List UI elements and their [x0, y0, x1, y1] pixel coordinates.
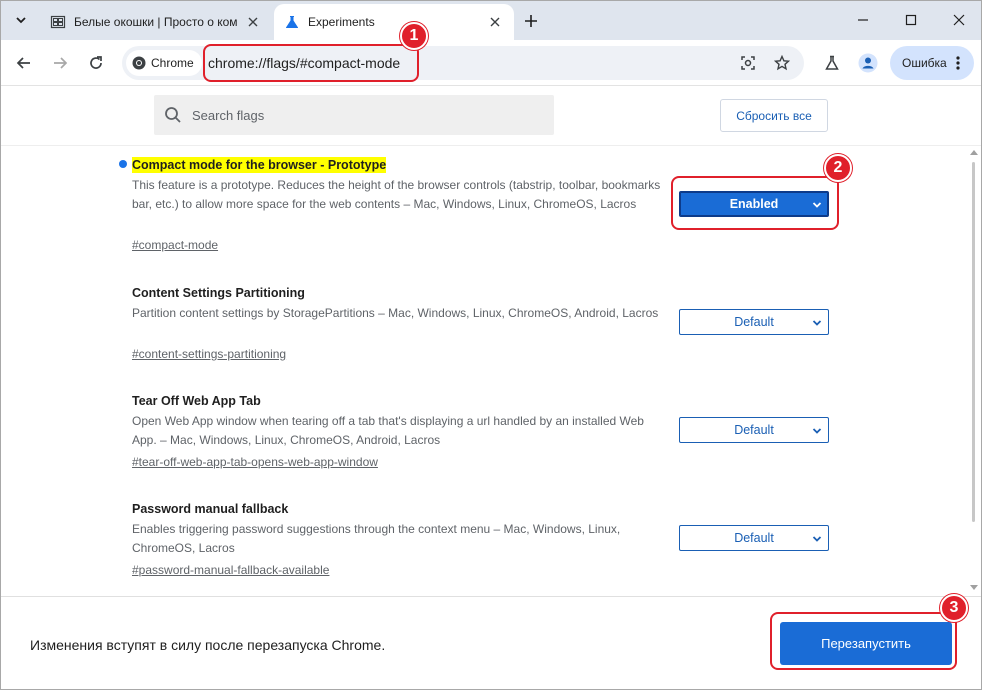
close-icon[interactable]	[486, 13, 504, 31]
page-icon	[50, 14, 66, 30]
flask-icon	[825, 55, 839, 70]
flags-header: Сбросить все	[0, 86, 982, 146]
annotation-badge-1: 1	[400, 22, 428, 50]
chevron-down-icon	[811, 425, 823, 437]
search-input[interactable]	[192, 107, 532, 123]
close-icon[interactable]	[244, 13, 262, 31]
search-icon	[164, 105, 184, 125]
flag-description: This feature is a prototype. Reduces the…	[132, 178, 661, 211]
flag-link[interactable]: #password-manual-fallback-available	[132, 562, 329, 578]
error-label: Ошибка	[902, 56, 947, 70]
flag-select-compact-mode[interactable]: Enabled	[679, 191, 829, 217]
google-lens-button[interactable]	[736, 51, 760, 75]
flags-list: Compact mode for the browser - Prototype…	[0, 146, 966, 596]
site-info-chip[interactable]: Chrome	[126, 50, 202, 76]
minimize-button[interactable]	[838, 0, 888, 40]
chip-label: Chrome	[151, 56, 194, 70]
flag-description: Open Web App window when tearing off a t…	[132, 414, 644, 447]
annotation-badge-3: 3	[940, 594, 968, 622]
annotation-badge-2: 2	[824, 154, 852, 182]
search-box[interactable]	[154, 95, 554, 135]
tab-search-button[interactable]	[8, 7, 34, 33]
maximize-icon	[905, 14, 917, 26]
flag-link[interactable]: #compact-mode	[132, 237, 218, 253]
star-icon	[774, 55, 790, 71]
profile-error-chip[interactable]: Ошибка	[890, 46, 974, 80]
flag-compact-mode: Compact mode for the browser - Prototype…	[132, 156, 832, 252]
tab-title: Experiments	[308, 15, 375, 29]
avatar-icon	[858, 53, 878, 73]
select-value: Default	[734, 423, 774, 437]
flag-link[interactable]: #tear-off-web-app-tab-opens-web-app-wind…	[132, 454, 378, 470]
flag-description: Enables triggering password suggestions …	[132, 522, 621, 555]
relaunch-footer: Изменения вступят в силу после перезапус…	[0, 596, 982, 690]
chrome-logo-icon	[132, 56, 146, 70]
url-text[interactable]: chrome://flags/#compact-mode	[208, 55, 400, 71]
select-value: Default	[734, 531, 774, 545]
reload-icon	[90, 56, 102, 69]
arrow-right-icon	[54, 57, 68, 69]
more-menu-icon[interactable]	[950, 54, 966, 72]
chevron-down-icon	[811, 199, 823, 211]
back-button[interactable]	[10, 49, 38, 77]
scrollbar[interactable]	[966, 146, 982, 596]
experiments-button[interactable]	[818, 49, 846, 77]
chevron-down-icon	[811, 533, 823, 545]
forward-button[interactable]	[46, 49, 74, 77]
scroll-down-arrow[interactable]	[970, 585, 978, 590]
new-tab-button[interactable]	[518, 8, 544, 34]
flag-select-content-settings-partitioning[interactable]: Default	[679, 309, 829, 335]
tab-belye-okoshki[interactable]: Белые окошки | Просто о ком	[40, 4, 272, 40]
flag-description: Partition content settings by StoragePar…	[132, 306, 659, 320]
flag-name: Content Settings Partitioning	[132, 286, 305, 300]
flag-name: Compact mode for the browser - Prototype	[132, 157, 387, 173]
bookmark-button[interactable]	[770, 51, 794, 75]
lens-icon	[741, 56, 755, 70]
profile-button[interactable]	[854, 49, 882, 77]
chevron-down-icon	[16, 17, 26, 24]
window-close-button[interactable]	[934, 0, 982, 40]
flag-select-password-manual-fallback[interactable]: Default	[679, 525, 829, 551]
tab-experiments[interactable]: Experiments	[274, 4, 514, 40]
minimize-icon	[858, 19, 868, 21]
relaunch-message: Изменения вступят в силу после перезапус…	[30, 637, 386, 653]
flag-name: Password manual fallback	[132, 502, 289, 516]
relaunch-button[interactable]: Перезапустить	[780, 622, 952, 665]
reload-button[interactable]	[82, 49, 110, 77]
plus-icon	[525, 15, 537, 27]
reset-all-button[interactable]: Сбросить все	[720, 99, 828, 132]
select-value: Enabled	[729, 197, 779, 211]
modified-indicator	[119, 160, 127, 168]
close-icon	[953, 14, 965, 26]
flag-password-manual-fallback: Password manual fallback Enables trigger…	[132, 500, 832, 577]
toolbar: Chrome chrome://flags/#compact-mode Ошиб…	[0, 40, 982, 86]
select-value: Default	[734, 315, 774, 329]
address-bar[interactable]: Chrome chrome://flags/#compact-mode	[122, 46, 804, 80]
flag-name: Tear Off Web App Tab	[132, 394, 261, 408]
chevron-down-icon	[811, 317, 823, 329]
tab-title: Белые окошки | Просто о ком	[74, 15, 238, 29]
flag-select-tear-off-web-app-tab[interactable]: Default	[679, 417, 829, 443]
scroll-up-arrow[interactable]	[970, 150, 978, 155]
flask-icon	[284, 14, 300, 30]
arrow-left-icon	[16, 57, 30, 69]
tab-strip: Белые окошки | Просто о ком Experiments	[0, 0, 982, 40]
flag-tear-off-web-app-tab: Tear Off Web App Tab Open Web App window…	[132, 392, 832, 469]
maximize-button[interactable]	[886, 0, 936, 40]
flag-link[interactable]: #content-settings-partitioning	[132, 346, 286, 362]
flag-content-settings-partitioning: Content Settings Partitioning Partition …	[132, 284, 832, 361]
scroll-thumb[interactable]	[972, 162, 975, 522]
